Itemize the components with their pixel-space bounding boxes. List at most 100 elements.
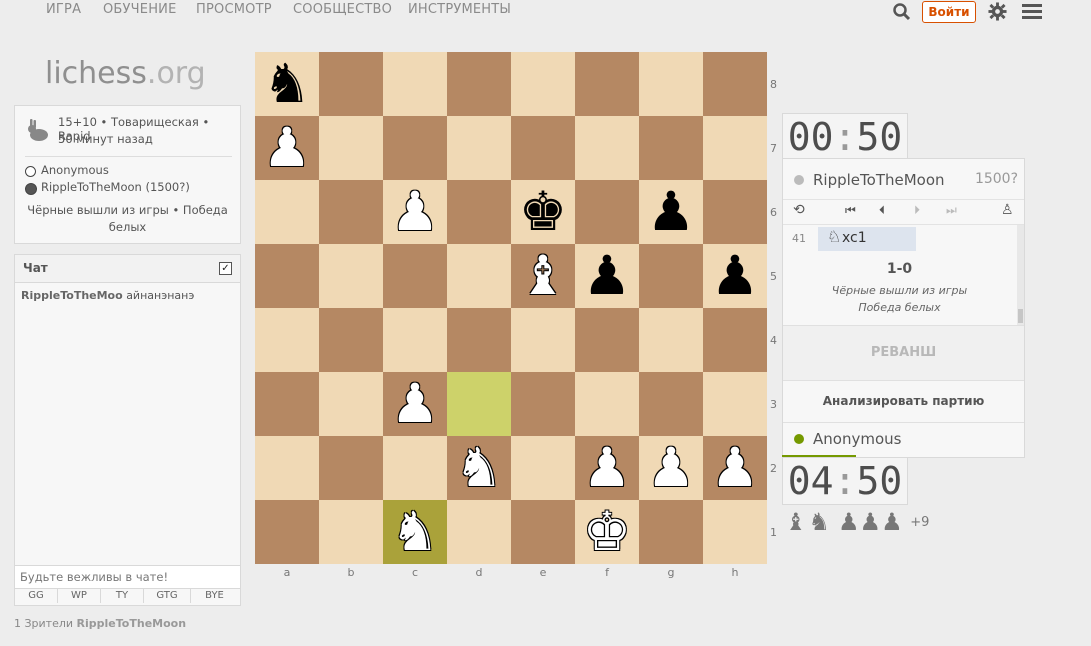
preset-wp[interactable]: WP: [58, 588, 101, 603]
preset-gg[interactable]: GG: [15, 588, 58, 603]
square-e7[interactable]: [511, 116, 575, 180]
white-pawn-h2[interactable]: ♟: [703, 436, 767, 500]
square-g1[interactable]: [639, 500, 703, 564]
square-h1[interactable]: [703, 500, 767, 564]
black-pawn-h5[interactable]: ♟: [703, 244, 767, 308]
move-current[interactable]: ♘ xc1: [818, 227, 916, 251]
move-list-scrollbar[interactable]: [1017, 225, 1024, 325]
white-pawn-f2[interactable]: ♟: [575, 436, 639, 500]
white-bishop-e5[interactable]: ♝: [511, 244, 575, 308]
login-button[interactable]: Войти: [922, 1, 976, 23]
square-b2[interactable]: [319, 436, 383, 500]
chat-input[interactable]: Будьте вежливы в чате!: [15, 565, 240, 588]
square-h6[interactable]: [703, 180, 767, 244]
square-g5[interactable]: [639, 244, 703, 308]
square-f7[interactable]: [575, 116, 639, 180]
square-d4[interactable]: [447, 308, 511, 372]
result-line1: Чёрные вышли из игры: [831, 284, 968, 297]
square-c7[interactable]: [383, 116, 447, 180]
square-e1[interactable]: [511, 500, 575, 564]
square-b5[interactable]: [319, 244, 383, 308]
square-d1[interactable]: [447, 500, 511, 564]
spectator-user[interactable]: RippleToTheMoon: [77, 617, 187, 630]
square-b8[interactable]: [319, 52, 383, 116]
nav-item-play[interactable]: ИГРА: [46, 2, 81, 17]
player-name[interactable]: Anonymous: [813, 430, 901, 448]
site-logo[interactable]: lichess.org: [45, 56, 206, 91]
square-d3[interactable]: [447, 372, 511, 436]
square-c5[interactable]: [383, 244, 447, 308]
chat-toggle-checkbox[interactable]: ✓: [219, 262, 232, 275]
chess-board[interactable]: ♞ ♟ ♟ ♚ ♟ ♝ ♟ ♟ ♟ ♞ ♟ ♟ ♟ ♞ ♚: [255, 52, 767, 564]
rematch-button[interactable]: РЕВАНШ: [783, 325, 1024, 380]
nav-item-community[interactable]: СООБЩЕСТВО: [293, 2, 392, 17]
square-h3[interactable]: [703, 372, 767, 436]
square-h8[interactable]: [703, 52, 767, 116]
preset-bye[interactable]: BYE: [191, 588, 238, 603]
square-g8[interactable]: [639, 52, 703, 116]
square-d5[interactable]: [447, 244, 511, 308]
next-move-icon[interactable]: ⏵: [914, 203, 920, 218]
square-d8[interactable]: [447, 52, 511, 116]
black-king-e6[interactable]: ♚: [511, 180, 575, 244]
square-b1[interactable]: [319, 500, 383, 564]
gear-icon[interactable]: [988, 2, 1007, 25]
square-a4[interactable]: [255, 308, 319, 372]
menu-icon[interactable]: [1022, 4, 1042, 24]
square-b3[interactable]: [319, 372, 383, 436]
square-e3[interactable]: [511, 372, 575, 436]
analyze-game-button[interactable]: Анализировать партию: [783, 380, 1024, 422]
chat-message-user[interactable]: RippleToTheMoo: [21, 289, 123, 302]
square-a5[interactable]: [255, 244, 319, 308]
white-pawn-a7[interactable]: ♟: [255, 116, 319, 180]
flip-board-icon[interactable]: ⟲: [793, 202, 805, 218]
square-g3[interactable]: [639, 372, 703, 436]
black-player-link[interactable]: RippleToTheMoon (1500?): [41, 180, 190, 194]
square-f6[interactable]: [575, 180, 639, 244]
square-b4[interactable]: [319, 308, 383, 372]
square-f4[interactable]: [575, 308, 639, 372]
square-d6[interactable]: [447, 180, 511, 244]
square-a3[interactable]: [255, 372, 319, 436]
first-move-icon[interactable]: ⏮: [845, 203, 856, 218]
square-e2[interactable]: [511, 436, 575, 500]
white-knight-c1[interactable]: ♞: [383, 500, 447, 564]
square-e8[interactable]: [511, 52, 575, 116]
square-b7[interactable]: [319, 116, 383, 180]
opponent-name[interactable]: RippleToTheMoon: [813, 171, 945, 189]
square-h4[interactable]: [703, 308, 767, 372]
logo-main: lichess: [45, 56, 147, 91]
black-knight-a8[interactable]: ♞: [255, 52, 319, 116]
nav-item-watch[interactable]: ПРОСМОТР: [196, 2, 272, 17]
analysis-icon[interactable]: ♙: [1001, 202, 1014, 218]
square-a1[interactable]: [255, 500, 319, 564]
last-move-icon[interactable]: ⏭: [946, 203, 957, 218]
white-pawn-c3[interactable]: ♟: [383, 372, 447, 436]
white-king-f1[interactable]: ♚: [575, 500, 639, 564]
square-c4[interactable]: [383, 308, 447, 372]
square-a6[interactable]: [255, 180, 319, 244]
white-pawn-g2[interactable]: ♟: [639, 436, 703, 500]
square-f3[interactable]: [575, 372, 639, 436]
square-g7[interactable]: [639, 116, 703, 180]
square-b6[interactable]: [319, 180, 383, 244]
nav-item-learn[interactable]: ОБУЧЕНИЕ: [103, 2, 177, 17]
square-d7[interactable]: [447, 116, 511, 180]
square-c2[interactable]: [383, 436, 447, 500]
square-f8[interactable]: [575, 52, 639, 116]
preset-gtg[interactable]: GTG: [144, 588, 191, 603]
prev-move-icon[interactable]: ⏴: [879, 203, 885, 218]
white-player-link[interactable]: Anonymous: [41, 163, 109, 177]
nav-item-tools[interactable]: ИНСТРУМЕНТЫ: [408, 2, 511, 17]
square-c8[interactable]: [383, 52, 447, 116]
black-pawn-g6[interactable]: ♟: [639, 180, 703, 244]
search-icon[interactable]: [893, 3, 911, 25]
preset-ty[interactable]: TY: [101, 588, 144, 603]
white-pawn-c6[interactable]: ♟: [383, 180, 447, 244]
square-e4[interactable]: [511, 308, 575, 372]
white-knight-d2[interactable]: ♞: [447, 436, 511, 500]
black-pawn-f5[interactable]: ♟: [575, 244, 639, 308]
square-h7[interactable]: [703, 116, 767, 180]
square-g4[interactable]: [639, 308, 703, 372]
square-a2[interactable]: [255, 436, 319, 500]
